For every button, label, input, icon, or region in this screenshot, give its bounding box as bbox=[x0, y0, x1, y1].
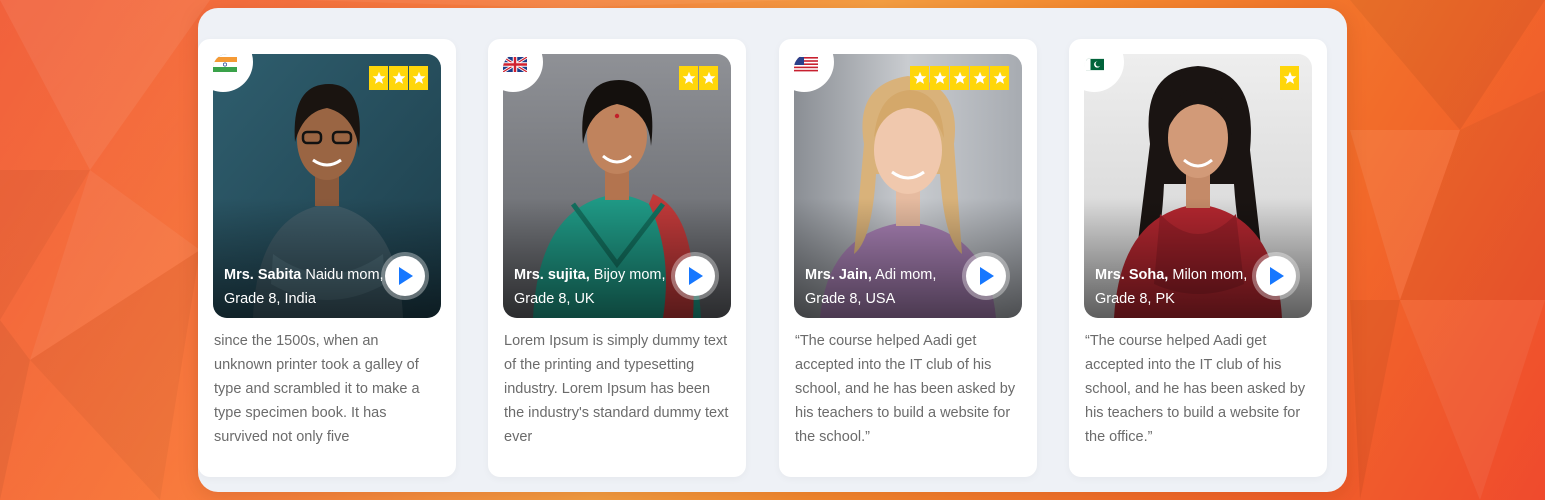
star-icon bbox=[1280, 66, 1299, 90]
star-rating bbox=[1280, 66, 1299, 90]
pakistan-flag-icon bbox=[1086, 58, 1104, 71]
parent-name: Mrs. Jain, bbox=[805, 267, 872, 283]
testimonial-quote: since the 1500s, when an unknown printer… bbox=[214, 333, 420, 445]
parent-caption: Mrs. Jain, Adi mom, Grade 8, USA bbox=[805, 263, 965, 311]
star-icon bbox=[389, 66, 408, 90]
parent-name: Mrs. Soha, bbox=[1095, 267, 1169, 283]
testimonial-card: Mrs. Soha, Milon mom, Grade 8, PK “The c… bbox=[1069, 39, 1327, 477]
play-icon bbox=[1256, 256, 1296, 296]
play-icon bbox=[966, 256, 1006, 296]
star-icon bbox=[699, 66, 718, 90]
video-thumbnail[interactable]: Mrs. Sabita Naidu mom, Grade 8, India bbox=[213, 54, 441, 318]
testimonial-card: Mrs. Jain, Adi mom, Grade 8, USA “The co… bbox=[779, 39, 1037, 477]
usa-flag-icon bbox=[794, 57, 818, 72]
testimonial-quote: “The course helped Aadi get accepted int… bbox=[795, 333, 1016, 445]
play-button[interactable] bbox=[381, 252, 429, 300]
india-flag-icon bbox=[213, 57, 237, 72]
star-rating bbox=[369, 66, 428, 90]
testimonial-quote: Lorem Ipsum is simply dummy text of the … bbox=[504, 333, 729, 445]
star-icon bbox=[990, 66, 1009, 90]
star-icon bbox=[910, 66, 929, 90]
star-icon bbox=[950, 66, 969, 90]
play-button[interactable] bbox=[962, 252, 1010, 300]
play-button[interactable] bbox=[671, 252, 719, 300]
play-icon bbox=[385, 256, 425, 296]
star-icon bbox=[369, 66, 388, 90]
star-rating bbox=[910, 66, 1009, 90]
parent-name: Mrs. sujita, bbox=[514, 267, 590, 283]
testimonial-card: Mrs. Sabita Naidu mom, Grade 8, India si… bbox=[198, 39, 456, 477]
video-thumbnail[interactable]: Mrs. sujita, Bijoy mom, Grade 8, UK bbox=[503, 54, 731, 318]
star-icon bbox=[679, 66, 698, 90]
play-icon bbox=[675, 256, 715, 296]
video-thumbnail[interactable]: Mrs. Jain, Adi mom, Grade 8, USA bbox=[794, 54, 1022, 318]
star-icon bbox=[970, 66, 989, 90]
star-icon bbox=[930, 66, 949, 90]
testimonial-quote: “The course helped Aadi get accepted int… bbox=[1085, 333, 1306, 445]
parent-caption: Mrs. Sabita Naidu mom, Grade 8, India bbox=[224, 263, 384, 311]
star-icon bbox=[409, 66, 428, 90]
video-thumbnail[interactable]: Mrs. Soha, Milon mom, Grade 8, PK bbox=[1084, 54, 1312, 318]
play-button[interactable] bbox=[1252, 252, 1300, 300]
parent-name: Mrs. Sabita bbox=[224, 267, 302, 283]
star-rating bbox=[679, 66, 718, 90]
testimonials-panel: Mrs. Sabita Naidu mom, Grade 8, India si… bbox=[198, 8, 1347, 492]
uk-flag-icon bbox=[503, 57, 527, 72]
parent-caption: Mrs. sujita, Bijoy mom, Grade 8, UK bbox=[514, 263, 674, 311]
testimonial-card: Mrs. sujita, Bijoy mom, Grade 8, UK Lore… bbox=[488, 39, 746, 477]
parent-caption: Mrs. Soha, Milon mom, Grade 8, PK bbox=[1095, 263, 1255, 311]
